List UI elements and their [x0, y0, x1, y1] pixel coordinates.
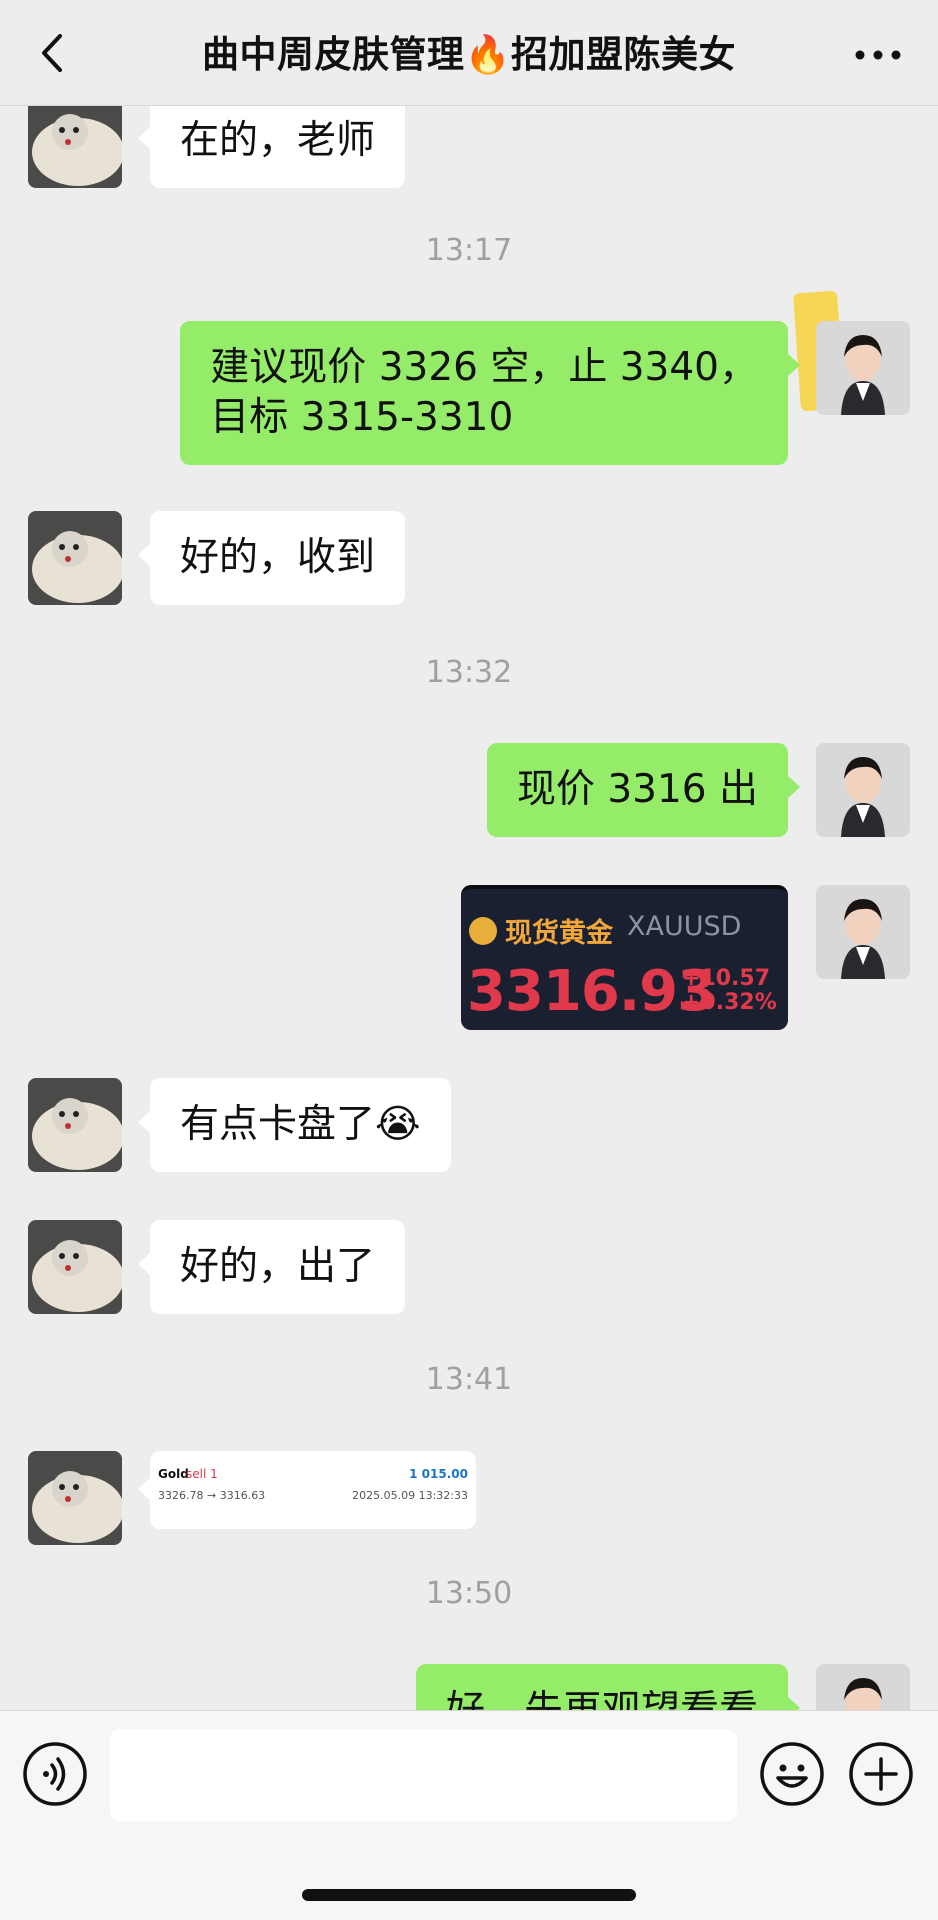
avatar-contact[interactable]: [28, 1220, 122, 1314]
gold-quote-image[interactable]: 现货黄金 XAUUSD 3316.93 +10.57 +0.32%: [461, 885, 788, 1030]
message-bubble-outgoing[interactable]: 现价 3316 出: [486, 743, 801, 837]
plus-circle-icon[interactable]: [848, 1741, 914, 1807]
home-indicator[interactable]: [302, 1889, 636, 1901]
message-line: 建议现价 3326 空，止 3340，: [210, 345, 758, 390]
chat-header: 曲中周皮肤管理🔥招加盟陈美女: [0, 0, 938, 106]
voice-icon[interactable]: [22, 1741, 88, 1807]
smiley-icon[interactable]: [759, 1741, 825, 1807]
timestamp: 13:50: [425, 1576, 513, 1611]
message-bubble-incoming[interactable]: 好的，出了: [137, 1220, 406, 1314]
timestamp: 13:17: [425, 233, 513, 268]
timestamp: 13:41: [425, 1362, 513, 1397]
message-input[interactable]: [110, 1729, 737, 1821]
trade-record-image[interactable]: Gold sell 1 1 015.00 3326.78 → 3316.63 2…: [138, 1451, 476, 1529]
message-bubble-incoming[interactable]: 在的，老师: [137, 106, 406, 188]
message-line: 目标 3315-3310: [210, 395, 514, 440]
avatar-contact[interactable]: [28, 106, 122, 188]
quote-change: +10.57 +0.32%: [682, 967, 777, 1015]
trade-date: 2025.05.09 13:32:33: [352, 1489, 468, 1502]
trade-side: sell 1: [186, 1467, 218, 1481]
avatar-self[interactable]: [816, 321, 910, 415]
trade-prices: 3326.78 → 3316.63: [158, 1489, 266, 1502]
chevron-left-icon[interactable]: [30, 28, 80, 78]
avatar-self[interactable]: [816, 743, 910, 837]
chat-title: 曲中周皮肤管理🔥招加盟陈美女: [201, 33, 737, 76]
message-bubble-outgoing[interactable]: 好，先再观望看看: [415, 1664, 801, 1710]
avatar-contact[interactable]: [28, 511, 122, 605]
trade-profit: 1 015.00: [409, 1467, 468, 1481]
message-bubble-incoming[interactable]: 好的，收到: [137, 511, 406, 605]
timestamp: 13:32: [425, 655, 513, 690]
more-dots-icon[interactable]: [848, 40, 908, 70]
message-bubble-outgoing[interactable]: 建议现价 3326 空，止 3340， 目标 3315-3310: [180, 321, 800, 465]
quote-symbol: XAUUSD: [627, 911, 742, 942]
avatar-contact[interactable]: [28, 1078, 122, 1172]
avatar-contact[interactable]: [28, 1451, 122, 1545]
quote-change-abs: +10.57: [682, 966, 771, 991]
gold-coin-icon: [469, 917, 497, 945]
chat-message-list[interactable]: 在的，老师 13:17 建议现价 3326 空，止 3340， 目标 3315-…: [0, 106, 938, 1710]
input-bar: [0, 1710, 938, 1920]
message-bubble-incoming[interactable]: 有点卡盘了😭: [138, 1078, 451, 1172]
trade-symbol: Gold: [158, 1467, 189, 1481]
avatar-self[interactable]: [816, 885, 910, 979]
quote-change-pct: +0.32%: [682, 990, 777, 1015]
avatar-self[interactable]: [816, 1664, 910, 1710]
quote-price: 3316.93: [467, 959, 716, 1024]
quote-name: 现货黄金: [505, 918, 613, 949]
